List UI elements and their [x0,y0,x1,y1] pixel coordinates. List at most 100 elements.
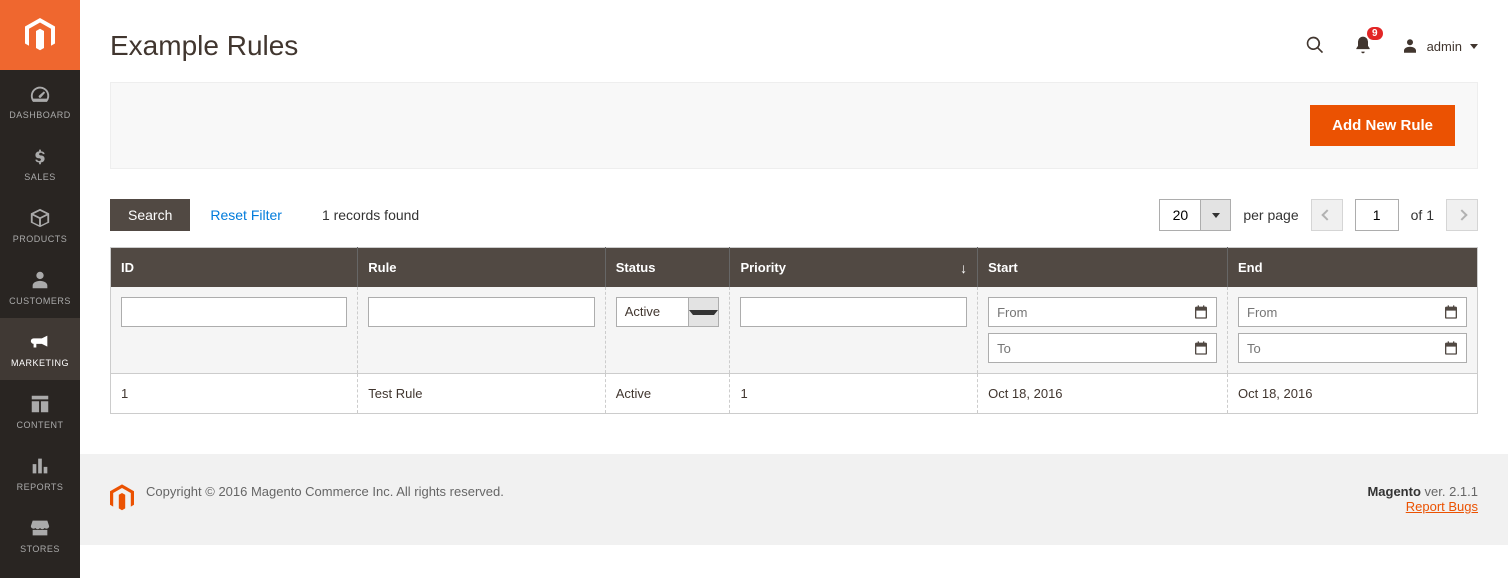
sidebar-item-label: PRODUCTS [13,234,68,244]
column-header-end[interactable]: End [1228,248,1478,288]
notifications-button[interactable]: 9 [1353,35,1373,58]
chevron-right-icon [1456,209,1467,220]
sidebar-item-reports[interactable]: REPORTS [0,442,80,504]
cell-status: Active [605,374,730,414]
filter-start-to [988,333,1217,363]
sidebar-item-label: DASHBOARD [9,110,71,120]
magento-logo-icon [110,484,134,512]
notification-badge: 9 [1367,27,1383,40]
page-of-text: of 1 [1411,207,1434,223]
column-header-priority[interactable]: Priority↓ [730,248,978,288]
footer-logo [110,484,134,515]
box-icon [29,207,51,229]
reset-filter-link[interactable]: Reset Filter [210,207,282,223]
sidebar-item-label: CUSTOMERS [9,296,71,306]
per-page-label: per page [1243,207,1298,223]
magento-logo-icon [25,18,55,52]
calendar-button[interactable] [1186,334,1216,362]
bars-icon [29,455,51,477]
filter-rule-input[interactable] [368,297,594,327]
dollar-icon [29,145,51,167]
sidebar-item-stores[interactable]: STORES [0,504,80,566]
cell-end: Oct 18, 2016 [1228,374,1478,414]
storefront-icon [29,517,51,539]
cell-rule: Test Rule [358,374,605,414]
calendar-icon [1193,304,1209,320]
sidebar-item-content[interactable]: CONTENT [0,380,80,442]
page-header: Example Rules 9 admin [80,0,1508,82]
per-page-select[interactable] [1159,199,1231,231]
cell-start: Oct 18, 2016 [978,374,1228,414]
cell-id: 1 [111,374,358,414]
prev-page-button[interactable] [1311,199,1343,231]
chevron-down-icon [689,310,718,315]
filter-status-dropdown-button[interactable] [688,298,718,326]
page-title: Example Rules [110,30,1305,62]
filter-status-value: Active [617,298,689,326]
sidebar-item-label: REPORTS [17,482,64,492]
user-icon [1401,37,1419,55]
search-button[interactable]: Search [110,199,190,231]
calendar-button[interactable] [1186,298,1216,326]
search-icon [1305,35,1325,55]
filter-end-from-input[interactable] [1239,298,1436,326]
version-text: Magento ver. 2.1.1 [1367,484,1478,499]
search-button[interactable] [1305,35,1325,58]
chevron-left-icon [1321,209,1332,220]
chevron-down-icon [1212,213,1220,218]
gauge-icon [29,83,51,105]
action-bar: Add New Rule [110,82,1478,169]
add-new-rule-button[interactable]: Add New Rule [1310,105,1455,146]
cell-priority: 1 [730,374,978,414]
sidebar-item-dashboard[interactable]: DASHBOARD [0,70,80,132]
chevron-down-icon [1470,44,1478,49]
sidebar-item-customers[interactable]: CUSTOMERS [0,256,80,318]
filter-priority-input[interactable] [740,297,967,327]
sidebar-item-sales[interactable]: SALES [0,132,80,194]
column-header-id[interactable]: ID [111,248,358,288]
per-page-value[interactable] [1160,200,1200,230]
per-page-dropdown-button[interactable] [1200,200,1230,230]
footer: Copyright © 2016 Magento Commerce Inc. A… [80,454,1508,545]
next-page-button[interactable] [1446,199,1478,231]
calendar-icon [1443,340,1459,356]
copyright-text: Copyright © 2016 Magento Commerce Inc. A… [146,484,504,499]
sidebar-item-label: STORES [20,544,60,554]
sidebar-item-label: SALES [24,172,56,182]
calendar-icon [1443,304,1459,320]
person-icon [29,269,51,291]
filter-id-input[interactable] [121,297,347,327]
calendar-button[interactable] [1436,334,1466,362]
megaphone-icon [29,331,51,353]
sidebar-item-label: MARKETING [11,358,69,368]
sidebar-item-label: CONTENT [17,420,64,430]
table-row[interactable]: 1 Test Rule Active 1 Oct 18, 2016 Oct 18… [111,374,1478,414]
username: admin [1427,39,1462,54]
user-menu[interactable]: admin [1401,37,1478,55]
filter-end-to-input[interactable] [1239,334,1436,362]
sidebar-item-marketing[interactable]: MARKETING [0,318,80,380]
calendar-button[interactable] [1436,298,1466,326]
filter-start-from-input[interactable] [989,298,1186,326]
report-bugs-link[interactable]: Report Bugs [1406,499,1478,514]
calendar-icon [1193,340,1209,356]
column-header-status[interactable]: Status [605,248,730,288]
filter-row: Active [111,287,1478,374]
records-found-text: 1 records found [322,207,419,223]
sidebar: DASHBOARD SALES PRODUCTS CUSTOMERS MARKE… [0,0,80,578]
filter-status-select[interactable]: Active [616,297,720,327]
filter-start-from [988,297,1217,327]
filter-end-to [1238,333,1467,363]
grid-toolbar: Search Reset Filter 1 records found per … [110,199,1478,231]
sidebar-item-products[interactable]: PRODUCTS [0,194,80,256]
column-header-rule[interactable]: Rule [358,248,605,288]
page-input[interactable] [1355,199,1399,231]
filter-start-to-input[interactable] [989,334,1186,362]
column-header-start[interactable]: Start [978,248,1228,288]
filter-end-from [1238,297,1467,327]
layout-icon [29,393,51,415]
rules-grid: ID Rule Status Priority↓ Start End Activ… [110,247,1478,414]
pager: per page of 1 [1159,199,1478,231]
sort-indicator-icon: ↓ [960,260,967,276]
logo[interactable] [0,0,80,70]
